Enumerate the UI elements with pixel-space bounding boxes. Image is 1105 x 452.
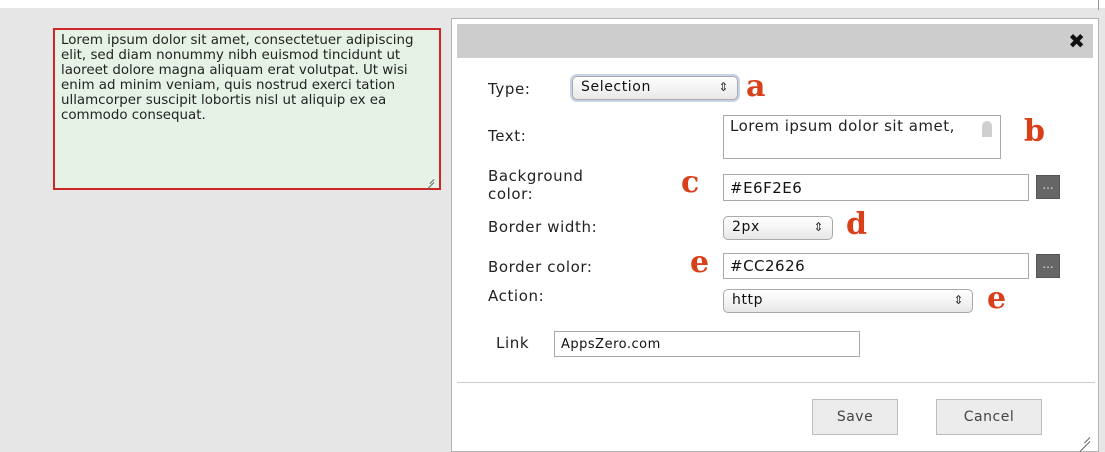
note-resize-grip-icon[interactable]: [424, 175, 435, 190]
selection-note-textarea[interactable]: Lorem ipsum dolor sit amet, consectetuer…: [53, 28, 441, 190]
top-strip: [0, 0, 1105, 8]
dialog-resize-grip-icon[interactable]: [1076, 431, 1091, 452]
select-arrows-icon: ⇕: [953, 293, 964, 307]
background-color-picker-button[interactable]: ...: [1036, 175, 1060, 199]
link-label: Link: [496, 334, 530, 352]
text-field-value: Lorem ipsum dolor sit amet,: [730, 117, 955, 135]
action-select[interactable]: http ⇕: [723, 289, 973, 313]
marker-e-border-color: e: [690, 245, 710, 280]
background-color-label-line2: color:: [488, 185, 534, 203]
select-arrows-icon: ⇕: [813, 220, 824, 234]
border-width-value: 2px: [732, 219, 760, 235]
properties-dialog: ✖ Type: Selection ⇕ a Text: Lorem ipsum …: [451, 18, 1099, 452]
select-arrows-icon: ⇕: [718, 80, 729, 94]
marker-d: d: [846, 207, 867, 242]
text-field[interactable]: Lorem ipsum dolor sit amet,: [723, 115, 1001, 159]
save-button[interactable]: Save: [812, 399, 898, 435]
background-color-input[interactable]: [723, 174, 1029, 201]
border-width-select[interactable]: 2px ⇕: [723, 216, 833, 240]
link-input[interactable]: [554, 331, 860, 357]
type-label: Type:: [488, 80, 531, 98]
type-select[interactable]: Selection ⇕: [572, 76, 738, 100]
cancel-button[interactable]: Cancel: [936, 399, 1042, 435]
footer-divider: [457, 382, 1095, 383]
border-color-label: Border color:: [488, 258, 593, 276]
window-edge: [1098, 0, 1099, 10]
type-select-value: Selection: [581, 79, 651, 95]
border-color-picker-button[interactable]: ...: [1036, 254, 1060, 278]
marker-b: b: [1024, 114, 1045, 149]
action-label: Action:: [488, 287, 545, 305]
border-width-label: Border width:: [488, 218, 598, 236]
marker-e-action: e: [987, 281, 1007, 316]
action-select-value: http: [732, 292, 764, 308]
border-color-input[interactable]: [723, 253, 1029, 279]
text-scrollbar[interactable]: [980, 120, 994, 154]
marker-c: c: [681, 165, 700, 200]
text-label: Text:: [488, 127, 527, 145]
marker-a: a: [746, 69, 766, 104]
close-icon[interactable]: ✖: [1068, 30, 1085, 52]
background-color-label-line1: Background: [488, 167, 584, 185]
dialog-titlebar[interactable]: ✖: [457, 24, 1093, 58]
